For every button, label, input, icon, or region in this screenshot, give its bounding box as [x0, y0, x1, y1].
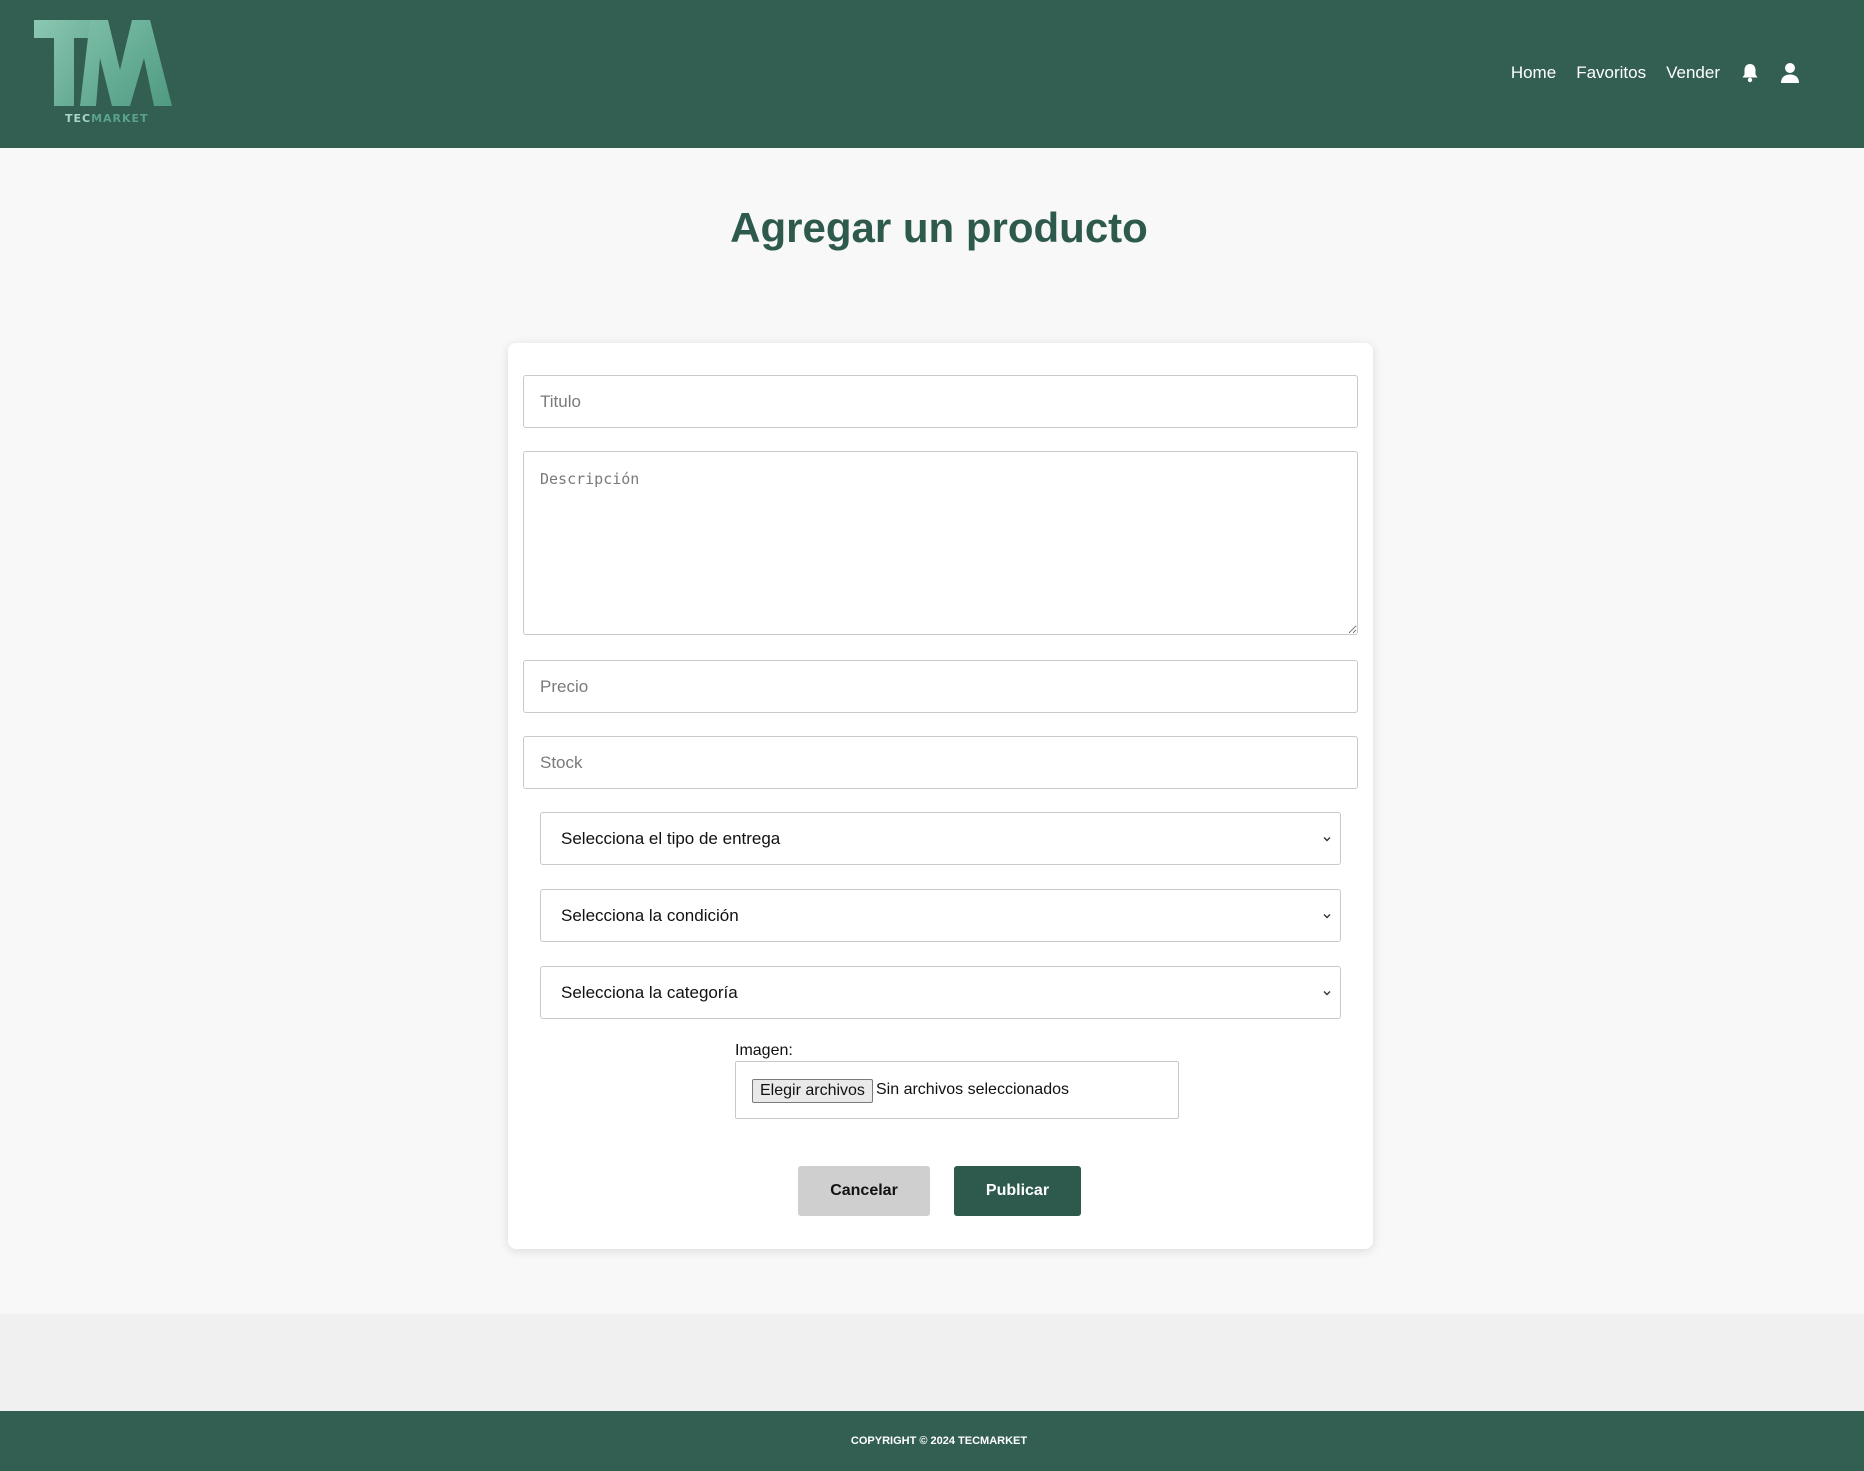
description-textarea[interactable]	[523, 451, 1358, 635]
copyright-text: COPYRIGHT © 2024 TECMARKET	[850, 1435, 1028, 1447]
price-input[interactable]	[523, 660, 1358, 713]
chevron-down-icon	[1323, 991, 1331, 996]
nav-favorites-link[interactable]: Favoritos	[1576, 63, 1646, 83]
delivery-select-value: Selecciona el tipo de entrega	[561, 829, 781, 848]
image-label: Imagen:	[735, 1042, 793, 1059]
stock-input[interactable]	[523, 736, 1358, 789]
bell-icon[interactable]	[1740, 62, 1760, 84]
add-product-form: Selecciona el tipo de entrega Selecciona…	[508, 343, 1373, 1249]
title-input[interactable]	[523, 375, 1358, 428]
user-icon[interactable]	[1780, 62, 1800, 84]
delivery-type-select[interactable]: Selecciona el tipo de entrega	[540, 812, 1341, 865]
logo-caption: TECMARKET	[65, 112, 149, 125]
condition-select-value: Selecciona la condición	[561, 906, 739, 925]
header: TECMARKET Home Favoritos Vender	[0, 0, 1864, 148]
chevron-down-icon	[1323, 914, 1331, 919]
file-status-text: Sin archivos seleccionados	[876, 1081, 1069, 1098]
condition-select[interactable]: Selecciona la condición	[540, 889, 1341, 942]
main-nav: Home Favoritos Vender	[1511, 56, 1800, 90]
nav-home-link[interactable]: Home	[1511, 63, 1556, 83]
chevron-down-icon	[1323, 837, 1331, 842]
choose-files-button[interactable]: Elegir archivos	[752, 1079, 873, 1103]
publish-button[interactable]: Publicar	[954, 1166, 1081, 1216]
page-title: Agregar un producto	[730, 204, 1148, 251]
tecmarket-logo[interactable]: TECMARKET	[34, 18, 174, 126]
image-file-input[interactable]: Elegir archivos Sin archivos seleccionad…	[735, 1061, 1179, 1119]
cancel-button[interactable]: Cancelar	[798, 1166, 930, 1216]
footer: COPYRIGHT © 2024 TECMARKET	[0, 1411, 1864, 1471]
footer-spacer	[0, 1314, 1864, 1411]
category-select[interactable]: Selecciona la categoría	[540, 966, 1341, 1019]
nav-sell-link[interactable]: Vender	[1666, 63, 1720, 83]
logo-mark-icon	[34, 20, 172, 106]
category-select-value: Selecciona la categoría	[561, 983, 738, 1002]
